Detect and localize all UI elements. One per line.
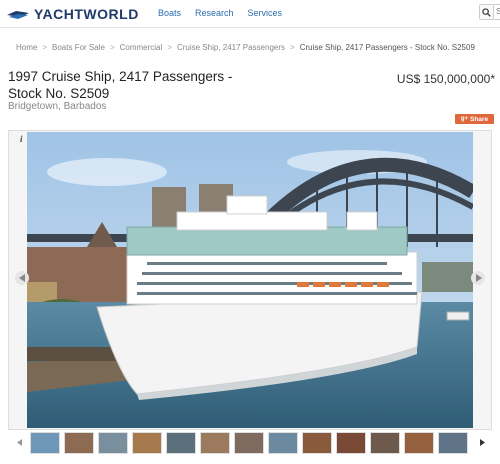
- site-header: YACHTWORLD Boats Research Services S: [0, 0, 500, 28]
- chevron-right-icon: [480, 439, 485, 446]
- thumbnail[interactable]: [234, 432, 264, 454]
- thumbnail[interactable]: [404, 432, 434, 454]
- thumbnail[interactable]: [30, 432, 60, 454]
- thumbnail[interactable]: [98, 432, 128, 454]
- info-icon[interactable]: i: [20, 134, 23, 144]
- search-button[interactable]: [479, 4, 494, 20]
- main-nav: Boats Research Services: [158, 8, 282, 18]
- nav-boats[interactable]: Boats: [158, 8, 181, 18]
- share-button[interactable]: g+ Share: [455, 114, 494, 124]
- thumbnail[interactable]: [268, 432, 298, 454]
- breadcrumb: Home > Boats For Sale > Commercial > Cru…: [16, 43, 475, 52]
- yachtworld-logo[interactable]: YACHTWORLD: [6, 6, 139, 22]
- cruise-ship-photo: [27, 132, 473, 428]
- search-icon: [482, 7, 491, 17]
- search-input[interactable]: S: [494, 4, 500, 20]
- breadcrumb-separator: >: [167, 43, 172, 52]
- nav-services[interactable]: Services: [248, 8, 283, 18]
- listing-title: 1997 Cruise Ship, 2417 Passengers - Stoc…: [8, 69, 233, 101]
- thumbnail[interactable]: [370, 432, 400, 454]
- chevron-left-icon: [17, 439, 22, 446]
- thumbnail[interactable]: [302, 432, 332, 454]
- breadcrumb-commercial[interactable]: Commercial: [120, 43, 163, 52]
- breadcrumb-separator: >: [290, 43, 295, 52]
- thumbnail-next-button[interactable]: [480, 438, 485, 448]
- previous-photo-button[interactable]: [15, 271, 29, 285]
- yacht-logo-icon: [7, 11, 29, 19]
- main-photo[interactable]: [27, 132, 473, 428]
- next-photo-button[interactable]: [471, 271, 485, 285]
- thumbnail[interactable]: [438, 432, 468, 454]
- breadcrumb-current: Cruise Ship, 2417 Passengers - Stock No.…: [299, 43, 475, 52]
- thumbnail[interactable]: [200, 432, 230, 454]
- breadcrumb-cruise-ship[interactable]: Cruise Ship, 2417 Passengers: [177, 43, 285, 52]
- thumbnail[interactable]: [64, 432, 94, 454]
- thumbnail[interactable]: [336, 432, 366, 454]
- breadcrumb-boats-for-sale[interactable]: Boats For Sale: [52, 43, 105, 52]
- thumbnail-prev-button[interactable]: [17, 438, 22, 448]
- google-plus-icon: g+: [460, 116, 469, 122]
- listing-location: Bridgetown, Barbados: [8, 101, 107, 112]
- breadcrumb-separator: >: [109, 43, 115, 52]
- breadcrumb-separator: >: [42, 43, 48, 52]
- thumbnail[interactable]: [132, 432, 162, 454]
- thumbnail[interactable]: [166, 432, 196, 454]
- share-label: Share: [470, 115, 489, 123]
- listing-price: US$ 150,000,000*: [396, 72, 495, 86]
- nav-research[interactable]: Research: [195, 8, 234, 18]
- chevron-left-icon: [18, 274, 25, 282]
- thumbnail-strip: [8, 432, 492, 456]
- chevron-right-icon: [475, 274, 482, 282]
- breadcrumb-home[interactable]: Home: [16, 43, 37, 52]
- logo-text: YACHTWORLD: [34, 6, 139, 22]
